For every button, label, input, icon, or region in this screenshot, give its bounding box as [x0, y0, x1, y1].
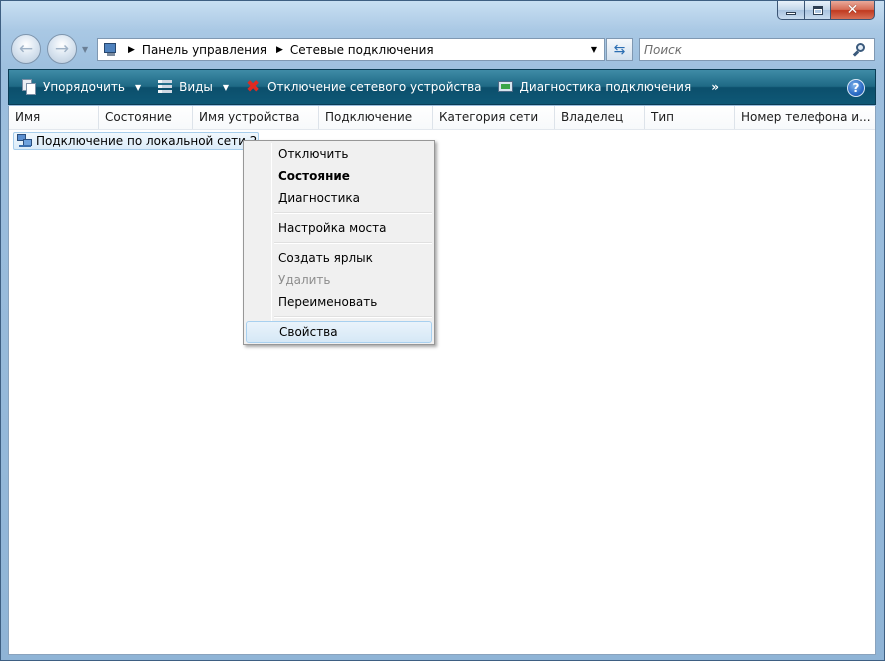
more-commands-button[interactable]: » — [711, 80, 719, 94]
column-header-name[interactable]: Имя — [9, 106, 99, 129]
forward-arrow-icon: → — [54, 38, 70, 59]
menu-separator — [274, 316, 432, 318]
list-item[interactable]: Подключение по локальной сети 2 — [13, 132, 259, 150]
back-arrow-icon: ← — [18, 38, 34, 59]
menu-separator — [274, 242, 432, 244]
close-icon: ✕ — [846, 2, 859, 18]
views-button[interactable]: Виды ▼ — [153, 74, 233, 100]
refresh-button[interactable]: ⇆ — [606, 38, 633, 61]
close-button[interactable]: ✕ — [831, 1, 875, 20]
explorer-window: ✕ ← → ▼ ▶ Панель управления ▶ Сетевые по… — [0, 0, 885, 661]
column-header-network-category[interactable]: Категория сети — [433, 106, 555, 129]
network-connection-icon — [17, 133, 33, 149]
menu-item-disconnect[interactable]: Отключить — [246, 143, 432, 165]
search-box[interactable] — [639, 38, 875, 61]
organize-icon — [21, 79, 37, 95]
breadcrumb-separator[interactable]: ▶ — [128, 45, 135, 55]
back-button[interactable]: ← — [11, 34, 41, 64]
views-icon — [157, 79, 173, 95]
column-headers: Имя Состояние Имя устройства Подключение… — [9, 106, 875, 130]
breadcrumb-control-panel[interactable]: Панель управления — [142, 43, 267, 57]
column-header-connection[interactable]: Подключение — [319, 106, 433, 129]
command-bar: Упорядочить ▼ Виды ▼ ✖ Отключение сетево… — [8, 69, 876, 105]
views-label: Виды — [179, 80, 213, 94]
menu-item-create-shortcut[interactable]: Создать ярлык — [246, 247, 432, 269]
maximize-icon — [812, 5, 823, 15]
column-header-status[interactable]: Состояние — [99, 106, 193, 129]
chevron-down-icon: ▼ — [134, 82, 142, 92]
disconnect-device-label: Отключение сетевого устройства — [267, 80, 482, 94]
diagnose-icon — [497, 79, 514, 95]
diagnose-connection-button[interactable]: Диагностика подключения — [494, 74, 696, 100]
organize-label: Упорядочить — [43, 80, 125, 94]
diagnose-connection-label: Диагностика подключения — [519, 80, 692, 94]
disconnect-x-icon: ✖ — [245, 77, 261, 97]
breadcrumb-network-connections[interactable]: Сетевые подключения — [290, 43, 434, 57]
menu-item-delete: Удалить — [278, 273, 331, 287]
menu-item-diagnostics[interactable]: Диагностика — [246, 187, 432, 209]
file-list-pane[interactable]: Имя Состояние Имя устройства Подключение… — [8, 106, 876, 655]
help-icon[interactable]: ? — [847, 79, 865, 97]
disconnect-device-button[interactable]: ✖ Отключение сетевого устройства — [241, 74, 485, 100]
chevron-down-icon: ▼ — [222, 82, 230, 92]
menu-item-properties[interactable]: Свойства — [246, 321, 432, 343]
column-header-device-name[interactable]: Имя устройства — [193, 106, 319, 129]
address-bar[interactable]: ▶ Панель управления ▶ Сетевые подключени… — [97, 38, 605, 61]
column-header-owner[interactable]: Владелец — [555, 106, 645, 129]
organize-button[interactable]: Упорядочить ▼ — [17, 74, 145, 100]
column-header-phone[interactable]: Номер телефона и... — [735, 106, 875, 129]
context-menu: Отключить Состояние Диагностика Настройк… — [243, 140, 435, 345]
minimize-icon — [786, 11, 796, 15]
caption-buttons: ✕ — [777, 1, 875, 21]
forward-button[interactable]: → — [47, 34, 77, 64]
menu-separator — [274, 212, 432, 214]
menu-item-status[interactable]: Состояние — [246, 165, 432, 187]
recent-pages-dropdown[interactable]: ▼ — [82, 45, 88, 54]
breadcrumb-separator[interactable]: ▶ — [276, 45, 283, 55]
refresh-icon: ⇆ — [613, 41, 626, 58]
search-input[interactable] — [644, 42, 844, 57]
maximize-button[interactable] — [805, 1, 831, 20]
menu-item-bridge-connections[interactable]: Настройка моста — [246, 217, 432, 239]
search-icon[interactable] — [852, 42, 868, 58]
control-panel-icon — [103, 42, 119, 58]
menu-item-rename[interactable]: Переименовать — [246, 291, 432, 313]
list-item-label: Подключение по локальной сети 2 — [36, 134, 258, 148]
address-dropdown-button[interactable]: ▼ — [584, 39, 604, 60]
minimize-button[interactable] — [777, 1, 805, 20]
column-header-type[interactable]: Тип — [645, 106, 735, 129]
